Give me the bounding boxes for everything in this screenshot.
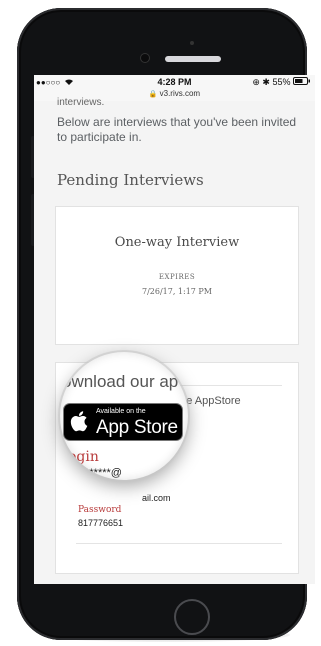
front-camera xyxy=(141,54,149,62)
intro-text: Below are interviews that you've been in… xyxy=(57,115,297,144)
cut-off-text: interviews. xyxy=(57,97,105,108)
interview-title[interactable]: One-way Interview xyxy=(56,235,298,250)
magnified-login-value: **********@ xyxy=(68,467,122,479)
magnified-login-label: ogin xyxy=(68,449,99,465)
page-title: Pending Interviews xyxy=(57,171,204,189)
badge-big-text: App Store xyxy=(96,417,178,438)
proximity-sensor xyxy=(190,41,194,45)
apple-icon xyxy=(70,409,90,433)
expires-date: 7/26/17, 1:17 PM xyxy=(141,287,212,296)
expires-label: EXPIRES xyxy=(158,273,196,281)
magnified-download-text: ownload our ap xyxy=(62,372,179,391)
page-content: interviews. Below are interviews that yo… xyxy=(34,97,315,584)
lock-icon: 🔒 xyxy=(148,91,158,98)
status-bar: ●●○○○ 4:28 PM ⊕ ✱ 55% xyxy=(34,75,315,89)
divider-bottom xyxy=(76,543,282,544)
magnifier-lens: ownload our ap Available on the App Stor… xyxy=(60,352,188,480)
app-store-badge[interactable]: Available on the App Store xyxy=(64,404,182,440)
phone-screen: ●●○○○ 4:28 PM ⊕ ✱ 55% 🔒 v3.rivs.com inter… xyxy=(34,75,315,584)
password-value: 817776651 xyxy=(78,518,124,528)
interview-card[interactable]: One-way Interview EXPIRES 7/26/17, 1:17 … xyxy=(55,206,299,345)
battery-icon xyxy=(293,77,311,87)
battery-percentage: ⊕ ✱ 55% xyxy=(252,77,291,87)
status-right: ⊕ ✱ 55% xyxy=(252,77,311,88)
badge-small-text: Available on the xyxy=(96,408,146,415)
url-text: v3.rivs.com xyxy=(159,89,201,98)
home-button[interactable] xyxy=(174,599,210,635)
earpiece-speaker xyxy=(165,56,221,62)
login-value: ail.com xyxy=(142,493,171,503)
password-label: Password xyxy=(78,505,122,515)
